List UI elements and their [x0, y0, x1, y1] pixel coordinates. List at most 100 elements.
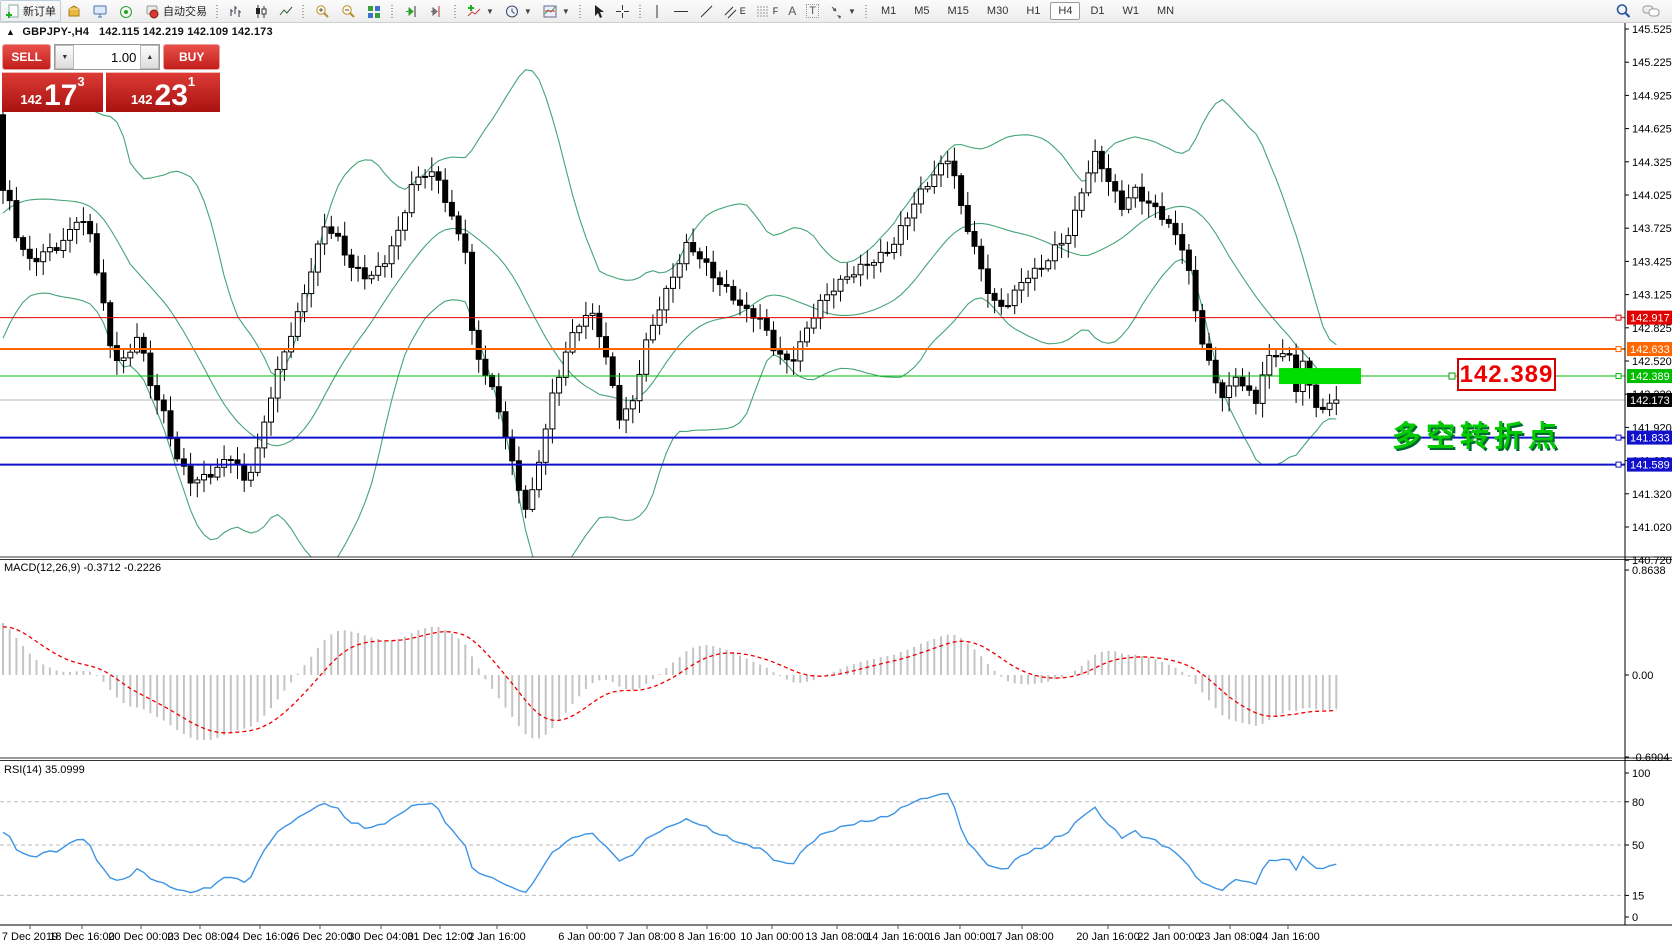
time-tick-label: 8 Jan 16:00 [678, 931, 736, 943]
autotrading-icon [144, 4, 160, 19]
text-label-icon: T [806, 4, 819, 18]
timeframe-m1[interactable]: M1 [873, 2, 904, 20]
profile-button[interactable] [61, 0, 87, 22]
time-tick-label: 24 Dec 16:00 [227, 931, 292, 943]
time-tick-label: 20 Jan 16:00 [1076, 931, 1140, 943]
macd-indicator-label: MACD(12,26,9) -0.3712 -0.2226 [4, 562, 161, 574]
price-line-badge-label: 141.833 [1630, 433, 1670, 445]
symbol-period-label: GBPJPY-,H4 [22, 26, 89, 38]
chat-icon [1642, 3, 1661, 19]
time-tick-label: 22 Jan 00:00 [1137, 931, 1201, 943]
timeframe-m5[interactable]: M5 [906, 2, 937, 20]
tile-windows-button[interactable] [361, 0, 387, 22]
crosshair-icon [615, 4, 630, 19]
cursor-icon [591, 4, 605, 19]
timeframe-mn[interactable]: MN [1149, 2, 1182, 20]
bollinger-upper [3, 70, 1336, 377]
macd-axis-label: -0.6904 [1632, 752, 1669, 764]
fibonacci-button[interactable]: F [751, 0, 784, 22]
rsi-axis-label: 15 [1632, 890, 1644, 902]
line-chart-button[interactable] [273, 0, 298, 22]
timeframe-group: M1M5M15M30H1H4D1W1MN [872, 5, 1183, 17]
chat-button[interactable] [1637, 0, 1666, 22]
trendline-icon [699, 4, 714, 19]
chevron-down-icon: ▼ [848, 7, 856, 16]
price-callout-label[interactable]: 142.389 [1457, 358, 1556, 391]
toolbar-right-group [1610, 0, 1672, 22]
price-line-badge-label: 141.589 [1630, 460, 1670, 472]
candlestick-button[interactable] [248, 0, 273, 22]
time-tick-label: 13 Jan 08:00 [805, 931, 869, 943]
chart-shift-button[interactable] [424, 0, 450, 22]
bollinger-middle [3, 199, 1336, 446]
new-order-button[interactable]: 新订单 [0, 0, 61, 22]
arrows-button[interactable]: ▼ [824, 0, 861, 22]
buy-price-sup: 1 [188, 74, 195, 89]
autotrading-button[interactable]: 自动交易 [139, 0, 212, 22]
search-button[interactable] [1610, 0, 1637, 22]
line-chart-icon [278, 4, 293, 19]
timeframe-d1[interactable]: D1 [1082, 2, 1112, 20]
text-tool-button[interactable]: A [783, 0, 801, 22]
sell-price-display[interactable]: 142 17 3 [2, 72, 103, 112]
volume-value[interactable]: 1.00 [74, 45, 140, 69]
indicators-icon [466, 4, 482, 19]
price-line-badge-label: 142.917 [1630, 313, 1670, 325]
quote-header[interactable]: ▲ GBPJPY-,H4 142.115 142.219 142.109 142… [6, 26, 273, 38]
time-tick-label: 26 Dec 20:00 [287, 931, 352, 943]
macd-axis-label: 0.00 [1632, 670, 1653, 682]
time-tick-label: 31 Dec 12:00 [407, 931, 472, 943]
price-axis: 145.525145.225144.925144.625144.325144.0… [1625, 24, 1672, 924]
chinese-annotation[interactable]: 多空转折点 [1392, 413, 1562, 455]
toolbar-separator [300, 3, 307, 19]
zoom-in-icon [314, 4, 330, 19]
zoom-out-button[interactable] [335, 0, 361, 22]
periods-button[interactable]: ▼ [499, 0, 537, 22]
mt4-window: { "toolbar": { "new_order_label": "新订单",… [0, 0, 1672, 946]
new-order-label: 新订单 [23, 3, 56, 19]
signals-button[interactable] [113, 0, 139, 22]
timeframe-m15[interactable]: M15 [940, 2, 977, 20]
trendline-button[interactable] [694, 0, 719, 22]
fibonacci-icon [756, 4, 770, 19]
volume-decrease-button[interactable]: ▼ [55, 45, 74, 69]
crosshair-button[interactable] [610, 0, 635, 22]
zoom-in-button[interactable] [309, 0, 335, 22]
indicators-button[interactable]: ▼ [461, 0, 499, 22]
templates-button[interactable]: ▼ [537, 0, 575, 22]
bar-chart-button[interactable] [223, 0, 248, 22]
toolbar-separator [577, 3, 584, 19]
bollinger-bands [3, 70, 1336, 579]
buy-price-display[interactable]: 142 23 1 [106, 72, 220, 112]
time-tick-label: 30 Dec 04:00 [348, 931, 413, 943]
timeframe-w1[interactable]: W1 [1115, 2, 1148, 20]
toolbar-separator [452, 3, 459, 19]
tile-windows-icon [366, 4, 382, 19]
horizontal-line-button[interactable] [668, 0, 694, 22]
equidistant-channel-icon [724, 4, 737, 19]
timeframe-h1[interactable]: H1 [1018, 2, 1048, 20]
chart-shift-icon [429, 4, 445, 19]
price-tick-label: 144.625 [1632, 124, 1672, 136]
chart-canvas[interactable]: 145.525145.225144.925144.625144.325144.0… [0, 0, 1672, 946]
text-label-button[interactable]: T [801, 0, 824, 22]
collapse-panel-icon[interactable]: ▲ [6, 27, 15, 37]
auto-scroll-icon [403, 4, 419, 19]
toolbar-separator [863, 3, 870, 19]
terminal-button[interactable] [87, 0, 113, 22]
auto-scroll-button[interactable] [398, 0, 424, 22]
buy-price-prefix: 142 [131, 92, 153, 107]
cursor-button[interactable] [586, 0, 610, 22]
equidistant-channel-button[interactable]: E [719, 0, 751, 22]
chevron-down-icon: ▼ [524, 7, 532, 16]
chevron-down-icon: ▼ [486, 7, 494, 16]
vertical-line-button[interactable] [646, 0, 668, 22]
buy-button[interactable]: BUY [163, 44, 220, 70]
timeframe-m30[interactable]: M30 [979, 2, 1016, 20]
volume-increase-button[interactable]: ▲ [140, 45, 159, 69]
sell-button[interactable]: SELL [2, 44, 51, 70]
current-price-badge-label: 142.173 [1630, 395, 1670, 407]
price-tick-label: 143.125 [1632, 290, 1672, 302]
buy-price-main: 23 [155, 83, 188, 109]
timeframe-h4[interactable]: H4 [1050, 2, 1080, 20]
